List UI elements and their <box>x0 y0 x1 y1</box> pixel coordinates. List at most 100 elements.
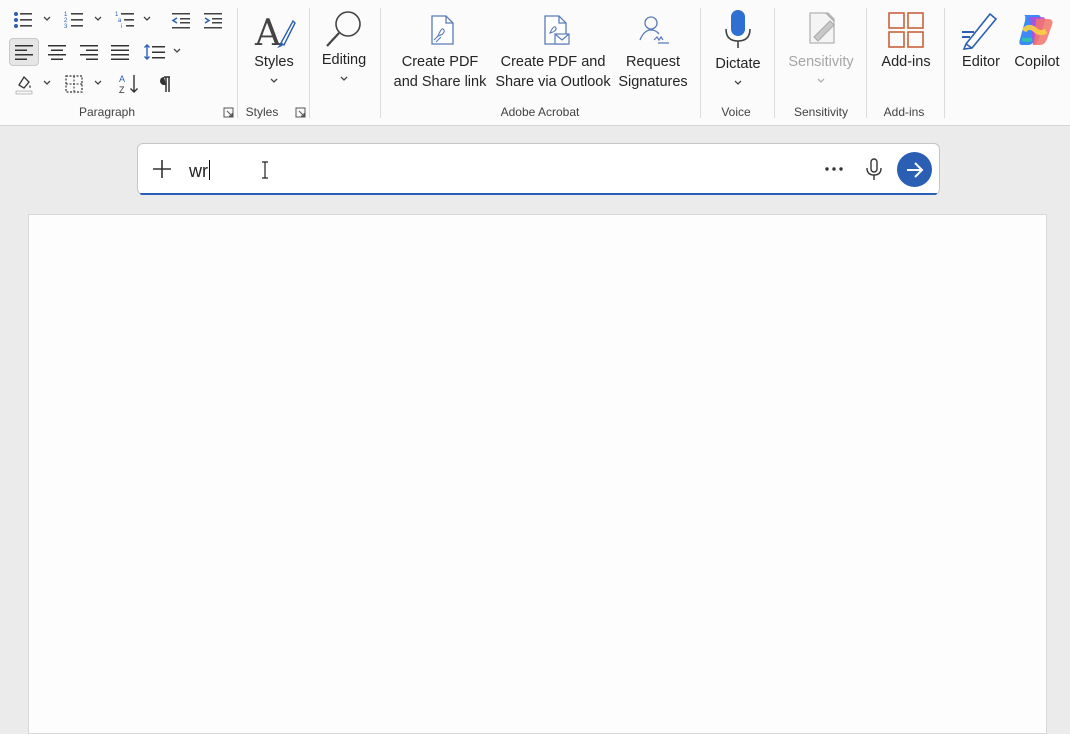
sort-button[interactable]: A Z <box>115 71 143 97</box>
styles-button[interactable]: Styles <box>244 52 304 72</box>
copilot-button[interactable]: Copilot <box>1008 52 1066 72</box>
create-pdf-share-link-button-line1[interactable]: Create PDF <box>390 52 490 72</box>
request-signatures-icon-area[interactable] <box>636 14 670 46</box>
plus-icon[interactable] <box>152 159 172 179</box>
create-pdf-outlook-button-line2[interactable]: Share via Outlook <box>492 72 614 92</box>
i-beam-cursor-icon <box>262 161 268 179</box>
document-page[interactable] <box>28 214 1047 734</box>
text-caret <box>209 160 210 180</box>
sensitivity-icon <box>809 12 835 44</box>
align-center-icon <box>48 45 66 60</box>
align-center-button[interactable] <box>44 39 70 65</box>
chevron-down-icon[interactable] <box>270 78 278 84</box>
editor-pen-icon <box>962 12 998 50</box>
ribbon: 1 2 3 1 a i A Z Paragraph A Styles Style… <box>0 0 1070 126</box>
request-signatures-button-line2[interactable]: Signatures <box>614 72 692 92</box>
request-signatures-button-line1[interactable]: Request <box>614 52 692 72</box>
chevron-down-icon[interactable] <box>43 16 51 22</box>
sensitivity-button: Sensitivity <box>788 54 854 70</box>
line-spacing-button[interactable] <box>141 39 169 65</box>
shading-button[interactable] <box>11 71 37 97</box>
addins-button[interactable]: Add-ins <box>872 52 940 72</box>
pdf-mail-icon <box>544 15 570 45</box>
addins-icon <box>888 12 924 48</box>
show-formatting-icon <box>160 76 170 92</box>
svg-text:A: A <box>254 13 282 51</box>
chevron-down-icon[interactable] <box>173 48 181 54</box>
create-pdf-share-link-icon-area[interactable] <box>428 14 456 46</box>
numbering-button[interactable]: 1 2 3 <box>61 7 87 33</box>
prompt-focus-underline <box>140 193 937 195</box>
line-spacing-icon <box>144 44 165 60</box>
multilevel-list-button[interactable]: 1 a i <box>112 7 138 33</box>
dictate-icon-area[interactable] <box>722 9 754 51</box>
prompt-input[interactable]: wr <box>189 160 210 182</box>
svg-text:i: i <box>121 24 122 30</box>
send-button[interactable] <box>897 152 932 187</box>
group-separator <box>866 8 867 118</box>
borders-button[interactable] <box>61 71 87 97</box>
sensitivity-icon-area <box>804 9 840 47</box>
editor-button[interactable]: Editor <box>952 52 1010 72</box>
show-formatting-button[interactable] <box>151 71 177 97</box>
align-left-button[interactable] <box>9 38 39 66</box>
create-pdf-outlook-button-line1[interactable]: Create PDF and <box>492 52 614 72</box>
chevron-down-icon[interactable] <box>43 80 51 86</box>
decrease-indent-button[interactable] <box>168 7 194 33</box>
styles-button-icon-area[interactable]: A <box>253 11 297 54</box>
microphone-icon[interactable] <box>865 158 883 182</box>
group-label-adobe-acrobat: Adobe Acrobat <box>500 105 580 119</box>
group-label-sensitivity: Sensitivity <box>793 105 849 119</box>
dialog-launcher-icon[interactable] <box>223 107 234 118</box>
svg-text:A: A <box>119 74 125 84</box>
shading-icon <box>15 75 33 95</box>
addins-icon-area[interactable] <box>888 12 924 48</box>
borders-icon <box>65 75 83 93</box>
group-label-paragraph: Paragraph <box>78 105 136 119</box>
search-icon <box>326 11 361 47</box>
dictate-button[interactable]: Dictate <box>706 54 770 74</box>
send-arrow-icon <box>906 161 923 178</box>
group-label-voice: Voice <box>721 105 751 119</box>
bullets-button[interactable] <box>10 7 36 33</box>
multilevel-list-icon: 1 a i <box>115 12 134 30</box>
create-pdf-outlook-icon-area[interactable] <box>541 14 571 46</box>
copilot-icon <box>1019 15 1053 45</box>
create-pdf-share-link-button-line2[interactable]: and Share link <box>390 72 490 92</box>
copilot-prompt-box[interactable]: wr <box>137 143 940 195</box>
bullets-icon <box>14 12 32 28</box>
sort-icon: A Z <box>119 74 138 95</box>
svg-text:Z: Z <box>119 85 125 95</box>
group-separator <box>944 8 945 118</box>
dialog-launcher-icon[interactable] <box>295 107 306 118</box>
numbering-icon: 1 2 3 <box>64 12 83 30</box>
editor-icon-area[interactable] <box>960 10 1000 50</box>
align-left-icon <box>15 45 33 60</box>
chevron-down-icon[interactable] <box>734 80 742 86</box>
group-separator <box>700 8 701 118</box>
group-label-styles: Styles <box>245 105 279 119</box>
increase-indent-button[interactable] <box>200 7 226 33</box>
align-right-button[interactable] <box>76 39 102 65</box>
chevron-down-icon[interactable] <box>94 80 102 86</box>
justify-button[interactable] <box>107 39 133 65</box>
decrease-indent-icon <box>171 13 190 29</box>
styles-icon: A <box>254 13 296 54</box>
editing-button[interactable]: Editing <box>314 50 374 70</box>
justify-icon <box>111 45 129 60</box>
document-area: wr <box>0 126 1070 734</box>
chevron-down-icon[interactable] <box>143 16 151 22</box>
more-options-icon[interactable] <box>824 166 844 172</box>
group-separator <box>380 8 381 118</box>
group-label-addins: Add-ins <box>883 105 925 119</box>
microphone-icon <box>725 10 751 48</box>
align-right-icon <box>80 45 98 60</box>
group-separator <box>237 8 238 118</box>
chevron-down-icon[interactable] <box>94 16 102 22</box>
pdf-link-icon <box>431 15 454 45</box>
editing-button-icon-area[interactable] <box>322 8 366 50</box>
chevron-down-icon[interactable] <box>340 76 348 82</box>
group-separator <box>309 8 310 118</box>
prompt-input-value: wr <box>189 161 208 181</box>
copilot-icon-area[interactable] <box>1016 11 1056 49</box>
